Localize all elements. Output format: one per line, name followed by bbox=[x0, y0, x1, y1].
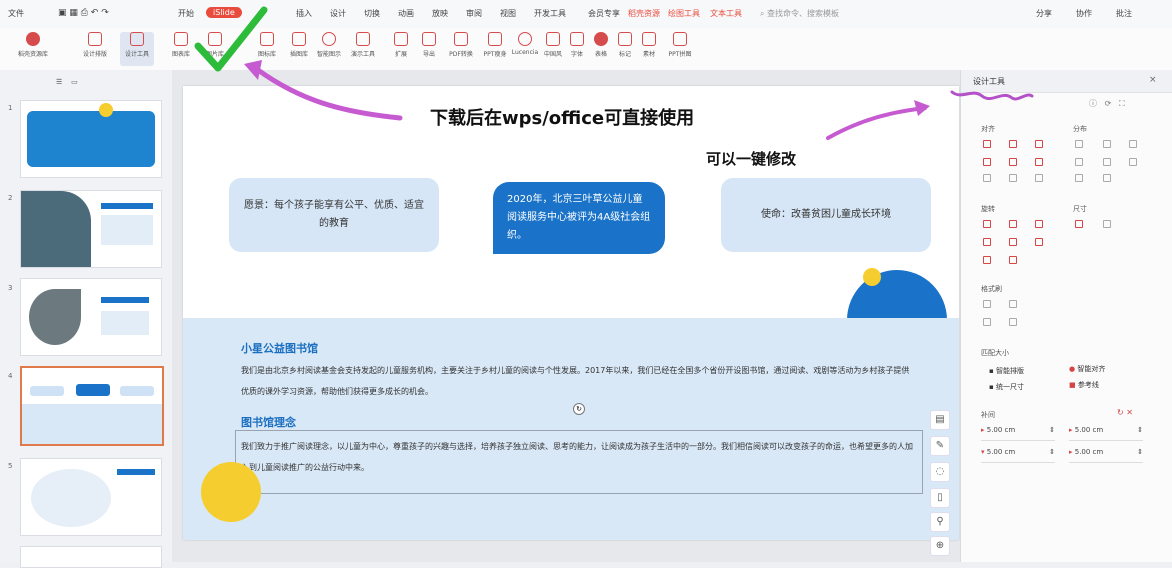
annotation-secondary: 可以一键修改 bbox=[706, 150, 797, 168]
underline-scribble bbox=[950, 90, 1034, 101]
arrowhead-icon bbox=[244, 60, 262, 80]
annotation-overlay bbox=[194, 6, 1034, 140]
arrow-to-ribbon bbox=[255, 67, 403, 121]
checkmark-icon bbox=[194, 6, 268, 72]
arrowhead-icon bbox=[914, 100, 930, 116]
annotation-main: 下载后在wps/office可直接使用 bbox=[430, 108, 695, 129]
arrow-to-panel bbox=[826, 106, 927, 140]
